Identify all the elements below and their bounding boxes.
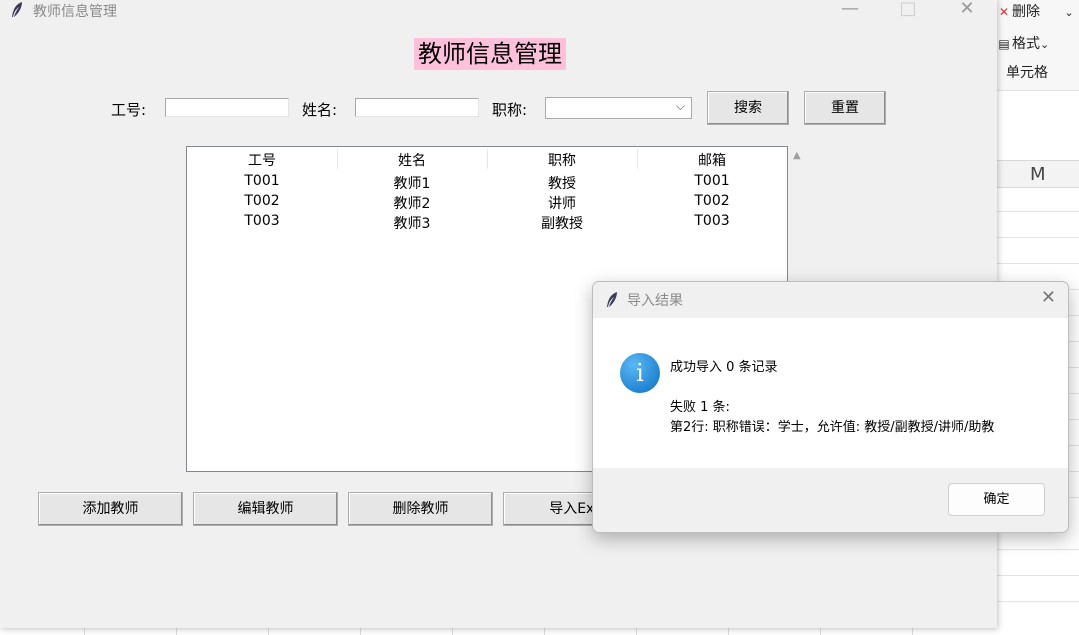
cell-title: 副教授 (541, 216, 583, 232)
column-divider[interactable] (337, 149, 338, 169)
ribbon-delete-button[interactable]: ✕ 删除 ⌄ (998, 1, 1074, 21)
column-header-email[interactable]: 邮箱 (637, 150, 787, 170)
chevron-down-icon: ⌄ (1064, 6, 1074, 19)
cell-title: 教授 (548, 176, 576, 192)
delete-teacher-button[interactable]: 删除教师 (348, 492, 493, 526)
dialog-close-button[interactable]: ✕ (1041, 287, 1056, 308)
title-label: 职称: (492, 101, 528, 119)
id-search-input[interactable] (165, 98, 289, 117)
cell-email: T001 (694, 173, 730, 189)
chevron-down-icon: ⌵ (675, 99, 685, 113)
grid-line (990, 211, 1079, 212)
cell-name: 教师1 (393, 176, 431, 192)
grid-line (990, 601, 1079, 602)
name-label: 姓名: (302, 101, 338, 119)
dialog-body: i 成功导入 0 条记录 失败 1 条: 第2行: 职称错误：学士，允许值: 教… (593, 318, 1068, 468)
cell-email: T003 (694, 213, 730, 229)
minimize-button[interactable]: — (830, 0, 870, 21)
table-row[interactable]: T001 教师1 教授 T001 (187, 173, 787, 193)
cell-id: T001 (244, 173, 280, 189)
column-header-name[interactable]: 姓名 (337, 150, 487, 170)
info-icon: i (620, 353, 660, 393)
add-teacher-button[interactable]: 添加教师 (38, 492, 183, 526)
id-label: 工号: (111, 101, 147, 119)
table-row[interactable]: T002 教师2 讲师 T002 (187, 193, 787, 213)
window-title: 教师信息管理 (33, 4, 117, 20)
delete-icon: ✕ (998, 5, 1010, 19)
ribbon-group-cells: 单元格 (1006, 65, 1048, 81)
feather-icon (607, 292, 617, 307)
grid-line (990, 575, 1079, 576)
grid-line (990, 263, 1079, 264)
grid-line (990, 237, 1079, 238)
cell-email: T002 (694, 193, 730, 209)
edit-teacher-button[interactable]: 编辑教师 (193, 492, 338, 526)
table-row[interactable]: T003 教师3 副教授 T003 (187, 213, 787, 233)
column-header-title[interactable]: 职称 (487, 150, 637, 170)
feather-icon (12, 2, 22, 17)
grid-line (990, 549, 1079, 550)
cell-id: T003 (244, 213, 280, 229)
cell-name: 教师2 (393, 196, 431, 212)
import-result-dialog: 导入结果 ✕ i 成功导入 0 条记录 失败 1 条: 第2行: 职称错误：学士… (592, 281, 1069, 533)
column-divider[interactable] (637, 149, 638, 169)
chevron-down-icon: ⌄ (1040, 38, 1050, 51)
reset-button[interactable]: 重置 (804, 91, 886, 125)
page-title: 教师信息管理 (414, 38, 566, 70)
ribbon-format-button[interactable]: ▤ 格式⌄ (998, 33, 1049, 53)
close-button[interactable]: ✕ (947, 0, 987, 21)
cell-title: 讲师 (548, 196, 576, 212)
name-search-input[interactable] (355, 98, 479, 117)
search-button[interactable]: 搜索 (707, 91, 789, 125)
maximize-button[interactable]: □ (888, 0, 928, 21)
dialog-title-bar[interactable]: 导入结果 ✕ (593, 282, 1068, 318)
scroll-up-arrow-icon[interactable]: ▲ (793, 150, 801, 161)
title-select[interactable]: ⌵ (545, 97, 692, 119)
column-header-m[interactable]: M (990, 160, 1079, 188)
column-header-id[interactable]: 工号 (187, 150, 337, 170)
column-divider[interactable] (487, 149, 488, 169)
table-header: 工号 姓名 职称 邮箱 (187, 147, 787, 171)
format-icon: ▤ (998, 37, 1010, 51)
failure-count: 失败 1 条: (670, 400, 730, 415)
failure-detail: 第2行: 职称错误：学士，允许值: 教授/副教授/讲师/助教 (670, 420, 995, 435)
cell-id: T002 (244, 193, 280, 209)
cell-name: 教师3 (393, 216, 431, 232)
ok-button[interactable]: 确定 (948, 483, 1045, 516)
success-message: 成功导入 0 条记录 (670, 360, 778, 375)
title-bar[interactable]: 教师信息管理 — □ ✕ (0, 0, 997, 22)
dialog-title: 导入结果 (627, 293, 683, 309)
